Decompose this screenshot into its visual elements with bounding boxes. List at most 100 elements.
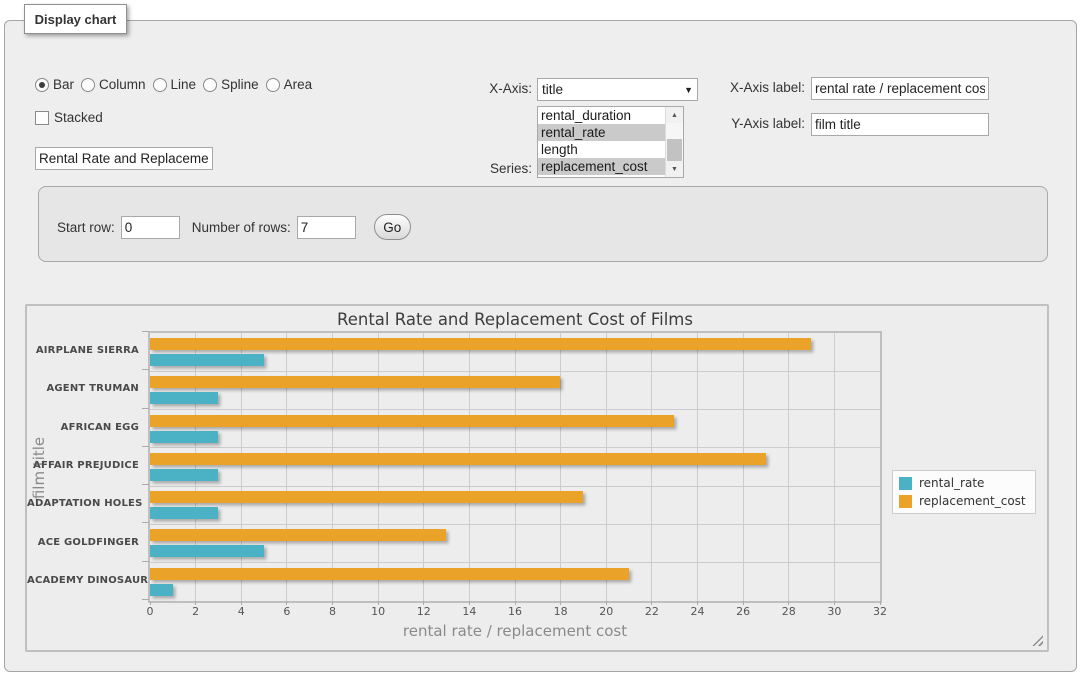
x-tick-label: 16 [495,605,535,618]
chart-type-radio-spline[interactable]: Spline [203,77,259,92]
x-tick-mark [286,601,287,605]
bar-rental_rate [150,469,218,481]
radio-icon[interactable] [81,78,95,92]
series-label-text: Series: [460,161,532,176]
radio-icon[interactable] [266,78,280,92]
gridline [332,333,333,601]
series-option-replacement_cost[interactable]: replacement_cost [538,158,665,175]
category-label: ACADEMY DINOSAUR [27,575,139,586]
chart-type-radio-bar[interactable]: Bar [35,77,74,92]
arrow-up-icon: ▲ [671,112,678,119]
x-tick-label: 22 [632,605,672,618]
gridline [286,333,287,601]
x-axis-label-input[interactable] [811,77,989,100]
x-tick-label: 30 [814,605,854,618]
x-tick-label: 10 [358,605,398,618]
x-tick-label: 28 [769,605,809,618]
gridline [241,333,242,601]
x-axis-select-value: title [542,82,563,97]
go-button-label: Go [383,220,401,235]
series-option-rental_rate[interactable]: rental_rate [538,124,665,141]
series-options: rental_durationrental_ratelengthreplacem… [538,107,665,177]
chart-type-radio-line[interactable]: Line [153,77,197,92]
x-tick-mark [469,601,470,605]
radio-label: Area [284,77,313,92]
x-tick-label: 4 [221,605,261,618]
scrollbar-track[interactable] [666,123,683,161]
x-tick-label: 2 [176,605,216,618]
bar-replacement_cost [150,376,560,388]
x-tick-label: 12 [404,605,444,618]
gridline [560,333,561,601]
x-tick-mark [651,601,652,605]
radio-icon[interactable] [203,78,217,92]
category-label: AFRICAN EGG [27,422,139,433]
x-tick-label: 26 [723,605,763,618]
x-tick-label: 8 [313,605,353,618]
category-label: AFFAIR PREJUDICE [27,460,139,471]
chart-title: Rental Rate and Replacement Cost of Film… [150,310,880,329]
x-tick-mark [150,601,151,605]
series-option-rental_duration[interactable]: rental_duration [538,107,665,124]
category-label: ACE GOLDFINGER [27,537,139,548]
radio-label: Spline [221,77,259,92]
category-label: ADAPTATION HOLES [27,498,139,509]
radio-label: Column [99,77,146,92]
x-axis-select[interactable]: title ▼ [537,78,698,101]
x-tick-mark [515,601,516,605]
x-tick-mark [697,601,698,605]
gridline [651,333,652,601]
x-tick-mark [423,601,424,605]
scroll-up-button[interactable]: ▲ [666,107,683,123]
display-chart-legend: Display chart [24,4,127,34]
series-scrollbar[interactable]: ▲ ▼ [665,107,683,177]
radio-label: Bar [53,77,74,92]
legend-item-replacement_cost: replacement_cost [899,494,1026,508]
gridline [195,333,196,601]
series-listbox[interactable]: rental_durationrental_ratelengthreplacem… [537,106,684,178]
chart-title-input[interactable] [35,147,213,170]
bar-replacement_cost [150,338,811,350]
y-tick-mark [142,522,149,523]
chart-legend: rental_rate replacement_cost [892,470,1036,514]
legend-label: replacement_cost [919,494,1026,508]
gridline [378,333,379,601]
bar-rental_rate [150,354,264,366]
chart-type-radio-group: Bar Column Line Spline Area [35,77,312,92]
row-controls: Start row: Number of rows: Go [57,214,411,240]
stacked-checkbox[interactable] [35,111,49,125]
start-row-input[interactable] [121,216,180,239]
gridline [150,524,880,525]
display-chart-legend-text: Display chart [35,12,117,27]
stacked-row: Stacked [35,110,103,125]
y-tick-mark [142,369,149,370]
chart-type-radio-area[interactable]: Area [266,77,313,92]
gridline [150,371,880,372]
go-button[interactable]: Go [374,214,411,240]
gridline [150,409,880,410]
gridline [834,333,835,601]
radio-icon[interactable] [35,78,49,92]
y-tick-mark [142,599,149,600]
radio-icon[interactable] [153,78,167,92]
gridline [150,447,880,448]
series-option-length[interactable]: length [538,141,665,158]
chart-type-radio-column[interactable]: Column [81,77,146,92]
scrollbar-thumb[interactable] [667,139,682,161]
bar-rental_rate [150,431,218,443]
y-tick-mark [142,408,149,409]
num-rows-input[interactable] [297,216,356,239]
gridline [697,333,698,601]
legend-item-rental_rate: rental_rate [899,476,1026,490]
scroll-down-button[interactable]: ▼ [666,161,683,177]
gridline [515,333,516,601]
chart-x-axis-label: rental rate / replacement cost [150,622,880,640]
gridline [423,333,424,601]
x-tick-mark [378,601,379,605]
num-rows-label: Number of rows: [192,220,291,235]
category-label: AGENT TRUMAN [27,383,139,394]
bar-replacement_cost [150,529,446,541]
resize-grip-icon[interactable] [1032,635,1043,646]
bar-rental_rate [150,507,218,519]
y-axis-label-input[interactable] [811,113,989,136]
